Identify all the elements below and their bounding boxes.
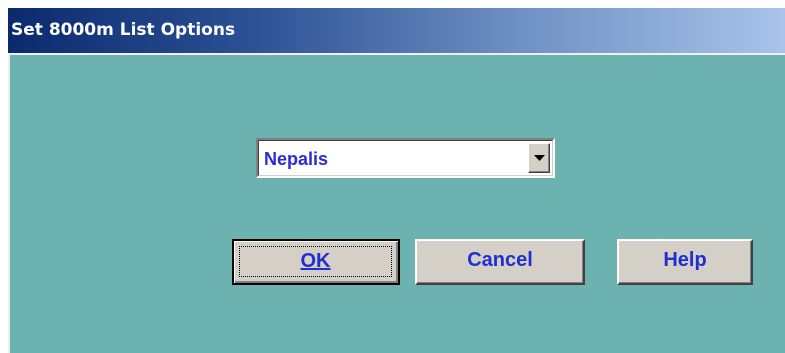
ok-button-focus-rect: OK: [239, 246, 392, 277]
title-bar[interactable]: Set 8000m List Options: [8, 8, 785, 53]
ok-button[interactable]: OK: [232, 239, 400, 285]
cancel-button-label: Cancel: [467, 249, 533, 271]
dropdown-toggle-button[interactable]: [528, 143, 550, 173]
help-button-label: Help: [663, 249, 707, 271]
ok-button-label: OK: [300, 250, 331, 272]
list-option-dropdown[interactable]: Nepalis: [256, 138, 555, 178]
chevron-down-icon: [534, 155, 545, 161]
window-title: Set 8000m List Options: [11, 20, 236, 40]
dropdown-selected-value: Nepalis: [264, 149, 329, 169]
dialog-window: Set 8000m List Options Nepalis OK Cancel…: [8, 8, 785, 353]
cancel-button[interactable]: Cancel: [415, 239, 585, 285]
dialog-client-area: Nepalis OK Cancel Help: [10, 55, 785, 353]
dropdown-frame: Nepalis: [258, 140, 553, 176]
help-button[interactable]: Help: [617, 239, 753, 285]
